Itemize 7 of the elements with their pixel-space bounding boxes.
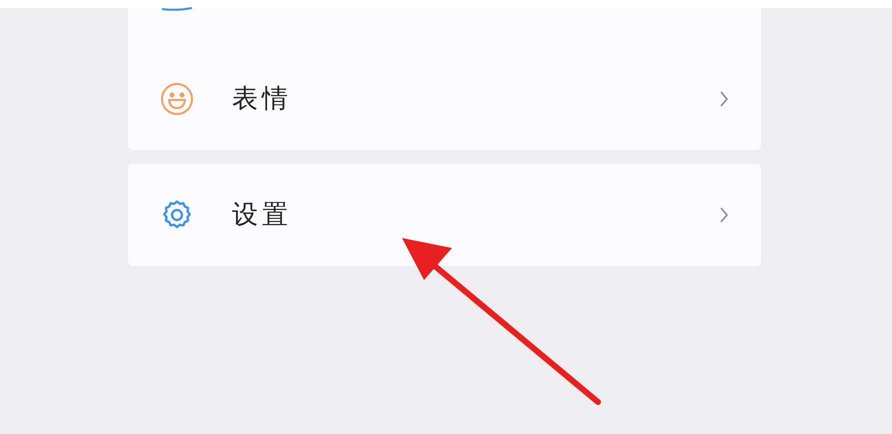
menu-item-label: 表情 — [232, 82, 292, 116]
chevron-right-icon — [719, 90, 729, 108]
chevron-right-icon — [719, 206, 729, 224]
menu-item-label: 设置 — [232, 198, 292, 232]
menu-item[interactable]: 设置 — [128, 164, 761, 266]
menu-item[interactable]: 表情 — [128, 48, 761, 150]
smiley-icon — [160, 82, 194, 116]
